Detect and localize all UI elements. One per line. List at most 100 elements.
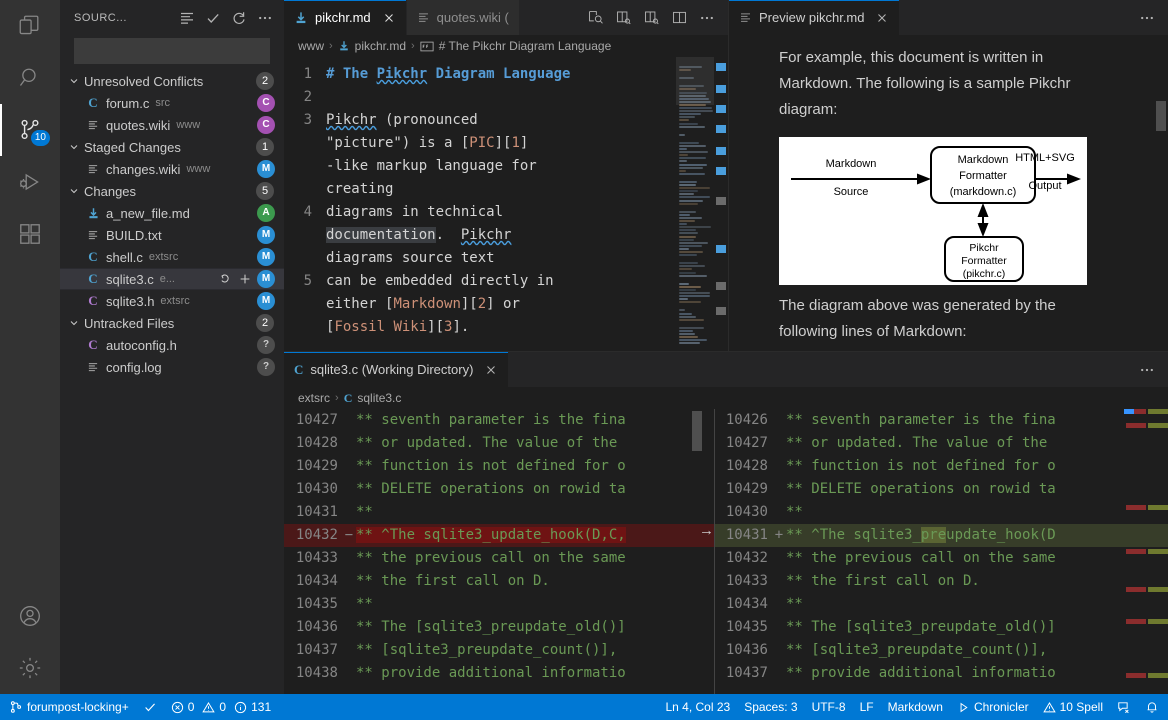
status-sync[interactable] xyxy=(136,694,164,720)
sidebar-file-row[interactable]: Cforum.c src C xyxy=(60,92,284,114)
tab-pikchr-md[interactable]: pikchr.md xyxy=(284,0,407,35)
status-cursor-position[interactable]: Ln 4, Col 23 xyxy=(658,694,737,720)
error-icon xyxy=(171,701,184,714)
more-preview-actions-button[interactable] xyxy=(1134,5,1160,31)
sidebar-group-unresolved-conflicts[interactable]: Unresolved Conflicts 2 xyxy=(60,70,284,92)
status-feedback[interactable] xyxy=(1110,694,1138,720)
chevron-right-icon: › xyxy=(335,392,339,404)
breadcrumb-item-folder[interactable]: extsrc xyxy=(298,391,330,405)
minimap[interactable] xyxy=(676,57,728,351)
close-icon[interactable] xyxy=(875,11,889,25)
activity-bar-item-extensions[interactable] xyxy=(0,208,60,260)
commit-message-input[interactable] xyxy=(74,38,270,64)
diff-pane-original[interactable]: 10427 ** seventh parameter is the fina 104… xyxy=(284,409,714,694)
search-icon xyxy=(17,65,43,91)
sidebar-file-row[interactable]: quotes.wiki www C xyxy=(60,114,284,136)
diff-line: 10428 ** function is not defined for o xyxy=(714,455,1168,478)
sidebar-file-row[interactable]: Csqlite3.c e... M xyxy=(60,268,284,290)
tab-sqlite3-c-working-directory[interactable]: C sqlite3.c (Working Directory) xyxy=(284,352,509,387)
activity-bar-item-accounts[interactable] xyxy=(0,590,60,642)
toggle-layout-button[interactable] xyxy=(666,5,692,31)
diff-line-number: 10435 xyxy=(284,593,342,616)
tab-preview-pikchr-md[interactable]: Preview pikchr.md xyxy=(729,0,900,35)
status-badge: M xyxy=(257,226,275,244)
sidebar-file-row[interactable]: Cautoconfig.h? xyxy=(60,334,284,356)
overview-ruler[interactable] xyxy=(714,57,728,351)
minimap-line xyxy=(679,142,699,144)
text-file-icon xyxy=(86,161,100,177)
diff-line-text: ** The [sqlite3_preupdate_old()] xyxy=(786,616,1056,639)
diff-ruler-deletion-mark xyxy=(1126,505,1146,510)
markdown-code-lines[interactable]: 1 # The Pikchr Diagram Language 2 3 Pikchr … xyxy=(284,57,676,351)
status-problems[interactable]: 0 0 131 xyxy=(164,694,278,720)
diff-line-number: 10432 xyxy=(284,524,342,547)
sidebar-file-row[interactable]: BUILD.txt M xyxy=(60,224,284,246)
diff-pane-divider[interactable] xyxy=(714,409,715,694)
sidebar-file-row[interactable]: changes.wiki www M xyxy=(60,158,284,180)
sidebar-file-row[interactable]: a_new_file.md A xyxy=(60,202,284,224)
breadcrumb-item-folder[interactable]: www xyxy=(298,39,324,53)
minimap-line xyxy=(679,342,700,344)
sidebar-group-untracked-files[interactable]: Untracked Files 2 xyxy=(60,312,284,334)
status-spell[interactable]: 10 Spell xyxy=(1036,694,1110,720)
sidebar-group-changes[interactable]: Changes 5 xyxy=(60,180,284,202)
activity-bar-item-run-and-debug[interactable] xyxy=(0,156,60,208)
activity-bar-item-source-control[interactable]: 10 xyxy=(0,104,60,156)
sidebar-file-row[interactable]: Csqlite3.h extsrc M xyxy=(60,290,284,312)
breadcrumb-item-symbol[interactable]: # The Pikchr Diagram Language xyxy=(439,39,612,53)
more-actions-button[interactable] xyxy=(254,7,276,29)
status-spell-label: 10 Spell xyxy=(1060,700,1103,714)
discard-changes-button[interactable] xyxy=(216,270,234,288)
minimap-line xyxy=(679,309,685,311)
minimap-slider[interactable] xyxy=(676,57,714,105)
diff-ruler-cursor-mark xyxy=(1124,409,1134,414)
source-control-tree: Unresolved Conflicts 2 Cforum.c src Cquotes.… xyxy=(60,70,284,694)
editor-region: pikchr.md quotes.wiki (www › pikchr.md … xyxy=(284,0,1168,694)
open-preview-to-the-side-button[interactable] xyxy=(582,5,608,31)
status-language-mode[interactable]: Markdown xyxy=(881,694,950,720)
diff-sign: + xyxy=(772,524,786,547)
status-encoding[interactable]: UTF-8 xyxy=(805,694,853,720)
activity-bar-item-explorer[interactable] xyxy=(0,0,60,52)
diff-overview-ruler[interactable] xyxy=(1124,409,1168,694)
row-actions xyxy=(216,270,254,288)
diff-pane-modified[interactable]: 10426 ** seventh parameter is the fina 104… xyxy=(714,409,1168,694)
editor-actions-preview xyxy=(1134,0,1168,35)
diff-line-text: ** xyxy=(356,593,373,616)
markdown-preview-body[interactable]: For example, this document is written in… xyxy=(729,35,1168,351)
diff-scrollbar-original[interactable] xyxy=(692,411,702,451)
sidebar-file-row[interactable]: config.log? xyxy=(60,356,284,378)
diff-line-text: ** the first call on D. xyxy=(786,570,980,593)
split-editor-down-button[interactable] xyxy=(638,5,664,31)
status-branch[interactable]: forumpost-locking+ xyxy=(2,694,136,720)
commit-button[interactable] xyxy=(202,7,224,29)
stage-changes-button[interactable] xyxy=(236,270,254,288)
close-icon[interactable] xyxy=(382,11,396,25)
diff-line-text: ** xyxy=(786,593,803,616)
sidebar-file-row[interactable]: Cshell.c extsrc M xyxy=(60,246,284,268)
diff-line-text: ** xyxy=(786,501,803,524)
more-diff-actions-button[interactable] xyxy=(1134,357,1160,383)
warning-icon xyxy=(1043,701,1056,714)
sidebar-group-staged-changes[interactable]: Staged Changes 1 xyxy=(60,136,284,158)
minimap-line xyxy=(679,148,687,150)
split-editor-right-button[interactable] xyxy=(610,5,636,31)
preview-scrollbar[interactable] xyxy=(1156,101,1166,131)
tab-quotes-wiki[interactable]: quotes.wiki ( xyxy=(407,0,520,35)
close-icon[interactable] xyxy=(484,363,498,377)
activity-bar-item-search[interactable] xyxy=(0,52,60,104)
status-eol[interactable]: LF xyxy=(853,694,881,720)
refresh-button[interactable] xyxy=(228,7,250,29)
diff-line: 10430 ** xyxy=(714,501,1168,524)
activity-bar-item-manage[interactable] xyxy=(0,642,60,694)
breadcrumb-item-file[interactable]: pikchr.md xyxy=(355,39,406,53)
status-indentation[interactable]: Spaces: 3 xyxy=(737,694,804,720)
breadcrumb-item-file[interactable]: sqlite3.c xyxy=(357,391,401,405)
sidebar-file-name: shell.c xyxy=(106,250,143,265)
side-bar-title: SOURC... xyxy=(74,12,127,24)
status-chronicler[interactable]: Chronicler xyxy=(950,694,1036,720)
status-notifications[interactable] xyxy=(1138,694,1166,720)
view-as-list-button[interactable] xyxy=(176,7,198,29)
revert-change-arrow-icon[interactable]: → xyxy=(699,522,714,539)
more-editor-actions-button[interactable] xyxy=(694,5,720,31)
